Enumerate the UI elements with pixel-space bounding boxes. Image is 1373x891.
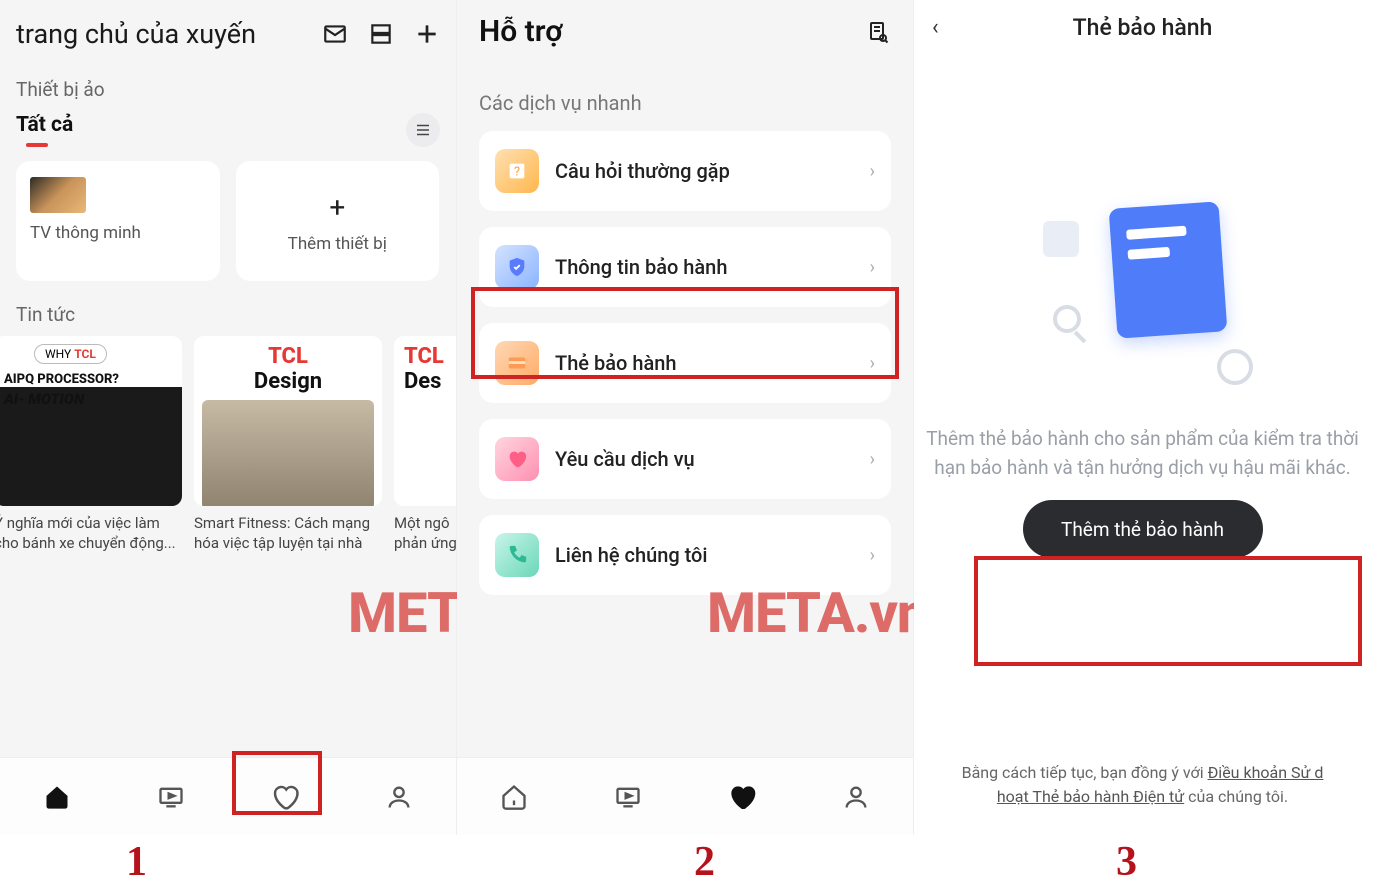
screen-support: Hỗ trợ Các dịch vụ nhanh ? Câu hỏi thườn… <box>457 0 914 835</box>
device-tv-label: TV thông minh <box>30 223 206 243</box>
home-header-actions <box>322 21 440 47</box>
section-news-heading: Tin tức <box>0 295 456 330</box>
faq-icon: ? <box>495 149 539 193</box>
nav-tv-icon[interactable] <box>571 758 685 835</box>
footer-text-pre: Bằng cách tiếp tục, bạn đồng ý với <box>962 763 1208 782</box>
chevron-right-icon: › <box>870 161 875 182</box>
news-image: WHY TCL AIPQ PROCESSOR? Ai- MOTION <box>0 336 182 506</box>
bottom-nav <box>0 757 456 835</box>
nav-profile-icon[interactable] <box>799 758 913 835</box>
support-header: Hỗ trợ <box>457 0 913 55</box>
home-header: trang chủ của xuyến <box>0 0 456 60</box>
highlight-box <box>974 556 1362 666</box>
warranty-footer: Bằng cách tiếp tục, bạn đồng ý với Điều … <box>914 761 1371 809</box>
service-label: Liên hệ chúng tôi <box>555 543 854 567</box>
add-warranty-button[interactable]: Thêm thẻ bảo hành <box>1023 500 1263 558</box>
bottom-nav <box>457 757 913 835</box>
footer-text-end: của chúng tôi. <box>1184 787 1288 806</box>
nav-home-icon[interactable] <box>457 758 571 835</box>
nav-heart-icon[interactable] <box>685 758 799 835</box>
screen-home: trang chủ của xuyến Thiết bị ảo Tất cả <box>0 0 457 835</box>
nav-home-icon[interactable] <box>0 758 114 835</box>
warranty-header: ‹ Thẻ bảo hành <box>914 0 1371 55</box>
news-badge: WHY TCL <box>34 344 107 364</box>
highlight-box <box>232 751 322 815</box>
chevron-right-icon: › <box>870 545 875 566</box>
device-tv-card[interactable]: TV thông minh <box>16 161 220 281</box>
news-brand: TCL <box>194 344 382 369</box>
news-caption: Smart Fitness: Cách mạng hóa việc tập lu… <box>194 514 382 553</box>
shield-icon <box>495 245 539 289</box>
warranty-illustration <box>1013 195 1273 395</box>
step-number: 3 <box>1116 838 1137 886</box>
service-label: Yêu cầu dịch vụ <box>555 447 854 471</box>
screen-warranty-card: ‹ Thẻ bảo hành Thêm thẻ bảo hành cho sản… <box>914 0 1371 835</box>
warranty-title: Thẻ bảo hành <box>932 14 1353 41</box>
service-label: Câu hỏi thường gặp <box>555 159 854 183</box>
list-toggle-icon[interactable] <box>406 113 440 147</box>
nav-profile-icon[interactable] <box>342 758 456 835</box>
news-card[interactable]: WHY TCL AIPQ PROCESSOR? Ai- MOTION Ý ngh… <box>0 336 182 553</box>
news-brand: TCL <box>394 344 456 369</box>
news-caption: Ý nghĩa mới của việc làm cho bánh xe chu… <box>0 514 182 553</box>
service-contact[interactable]: Liên hệ chúng tôi › <box>479 515 891 595</box>
service-label: Thông tin bảo hành <box>555 255 854 279</box>
add-device-label: Thêm thiết bị <box>288 234 387 254</box>
news-row[interactable]: WHY TCL AIPQ PROCESSOR? Ai- MOTION Ý ngh… <box>0 330 456 553</box>
section-virtual-devices: Thiết bị ảo <box>0 60 456 107</box>
news-card[interactable]: TCL Design Smart Fitness: Cách mạng hóa … <box>194 336 382 553</box>
news-image: TCL Design <box>194 336 382 506</box>
svg-text:?: ? <box>514 165 520 180</box>
heart-icon <box>495 437 539 481</box>
phone-icon <box>495 533 539 577</box>
device-tabs: Tất cả <box>0 107 456 147</box>
chevron-right-icon: › <box>870 449 875 470</box>
news-image: TCL Des <box>394 336 456 506</box>
quick-services-heading: Các dịch vụ nhanh <box>457 55 913 125</box>
news-design: Des <box>394 369 456 394</box>
nav-tv-icon[interactable] <box>114 758 228 835</box>
device-cards: TV thông minh + Thêm thiết bị <box>0 147 456 295</box>
highlight-box <box>471 287 899 379</box>
service-faq[interactable]: ? Câu hỏi thường gặp › <box>479 131 891 211</box>
news-headline-line1: AIPQ PROCESSOR? <box>4 372 119 387</box>
step-number: 1 <box>126 838 147 886</box>
news-caption: Một ngô phản ứng <box>394 514 456 553</box>
news-design: Design <box>194 369 382 394</box>
chevron-right-icon: › <box>870 257 875 278</box>
service-request[interactable]: Yêu cầu dịch vụ › <box>479 419 891 499</box>
terms-link[interactable]: Điều khoản Sử d <box>1208 763 1324 782</box>
plus-icon: + <box>329 191 345 224</box>
step-number: 2 <box>694 838 715 886</box>
warranty-description: Thêm thẻ bảo hành cho sản phẩm của kiểm … <box>914 425 1371 492</box>
mail-icon[interactable] <box>322 21 348 47</box>
terms-link-2[interactable]: hoạt Thẻ bảo hành Điện tử <box>997 787 1184 806</box>
document-search-icon[interactable] <box>865 19 891 45</box>
news-card[interactable]: TCL Des Một ngô phản ứng <box>394 336 456 553</box>
tv-thumbnail-icon <box>30 177 86 213</box>
add-icon[interactable] <box>414 21 440 47</box>
home-title: trang chủ của xuyến <box>16 18 256 50</box>
support-title: Hỗ trợ <box>479 14 563 49</box>
layout-icon[interactable] <box>368 21 394 47</box>
add-warranty-label: Thêm thẻ bảo hành <box>1061 518 1224 541</box>
tab-all[interactable]: Tất cả <box>16 113 73 147</box>
back-icon[interactable]: ‹ <box>932 15 939 40</box>
news-headline-line2: Ai- MOTION <box>4 390 84 408</box>
add-device-card[interactable]: + Thêm thiết bị <box>236 161 440 281</box>
